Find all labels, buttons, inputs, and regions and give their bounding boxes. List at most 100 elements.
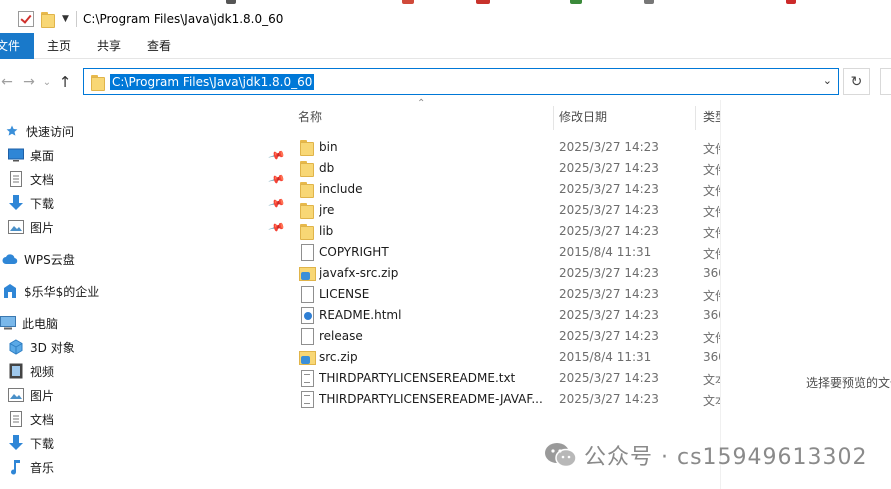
nav-item-downloads-pc[interactable]: 下载 bbox=[8, 432, 288, 454]
column-divider[interactable] bbox=[553, 106, 554, 130]
file-type: 文件夹 bbox=[703, 226, 720, 240]
file-date: 2025/3/27 14:23 bbox=[559, 203, 659, 217]
nav-item-label: $乐华$的企业 bbox=[24, 284, 100, 299]
file-name: release bbox=[319, 329, 363, 343]
recent-locations-chevron-icon[interactable]: ⌄ bbox=[40, 71, 54, 93]
download-icon bbox=[8, 435, 24, 451]
nav-item-pictures-pc[interactable]: 图片 bbox=[8, 384, 288, 406]
nav-item-desktop[interactable]: 桌面 📌 bbox=[8, 144, 288, 166]
file-type: 文件夹 bbox=[703, 163, 720, 177]
file-type: 360 bbox=[703, 350, 720, 364]
column-header: ⌃ 名称 修改日期 类型 bbox=[282, 98, 720, 130]
search-box[interactable] bbox=[880, 68, 891, 95]
column-date-modified[interactable]: 修改日期 bbox=[559, 104, 694, 130]
watermark: 公众号 · cs15949613302 bbox=[544, 440, 868, 470]
table-row[interactable]: javafx-src.zip 2025/3/27 14:23 360 bbox=[282, 263, 720, 284]
table-row[interactable]: include 2025/3/27 14:23 文件夹 bbox=[282, 179, 720, 200]
file-name: lib bbox=[319, 224, 334, 238]
address-bar[interactable]: C:\Program Files\Java\jdk1.8.0_60 ⌄ bbox=[83, 68, 839, 95]
file-type: 文件 bbox=[703, 289, 720, 303]
column-name[interactable]: 名称 bbox=[298, 104, 553, 130]
address-folder-icon bbox=[90, 74, 106, 91]
nav-item-label: 此电脑 bbox=[22, 316, 59, 331]
nav-item-quick-access[interactable]: 快速访问 bbox=[4, 120, 284, 142]
ribbon-tabs: 文件 主页 共享 查看 bbox=[0, 33, 891, 59]
table-row[interactable]: lib 2025/3/27 14:23 文件夹 bbox=[282, 221, 720, 242]
file-type: 360 bbox=[703, 266, 720, 280]
nav-item-wps-cloud[interactable]: WPS云盘 bbox=[2, 248, 282, 270]
file-date: 2025/3/27 14:23 bbox=[559, 287, 659, 301]
column-type[interactable]: 类型 bbox=[703, 104, 720, 130]
nav-item-enterprise[interactable]: $乐华$的企业 bbox=[2, 280, 282, 302]
table-row[interactable]: src.zip 2015/8/4 11:31 360 bbox=[282, 347, 720, 368]
nav-item-this-pc[interactable]: 此电脑 bbox=[0, 312, 280, 334]
table-row[interactable]: jre 2025/3/27 14:23 文件夹 bbox=[282, 200, 720, 221]
forward-arrow-icon[interactable]: → bbox=[18, 71, 40, 93]
file-type: 文件 bbox=[703, 331, 720, 345]
file-type: 360 bbox=[703, 308, 720, 322]
table-row[interactable]: COPYRIGHT 2015/8/4 11:31 文件 bbox=[282, 242, 720, 263]
file-type: 文件 bbox=[703, 247, 720, 261]
file-date: 2025/3/27 14:23 bbox=[559, 182, 659, 196]
nav-item-label: 桌面 bbox=[30, 148, 55, 163]
zip-icon bbox=[299, 349, 316, 365]
properties-check-icon[interactable] bbox=[18, 11, 34, 27]
tab-home[interactable]: 主页 bbox=[34, 33, 84, 59]
file-name: include bbox=[319, 182, 363, 196]
address-dropdown-icon[interactable]: ⌄ bbox=[823, 74, 832, 87]
nav-item-documents-pc[interactable]: 文档 bbox=[8, 408, 288, 430]
nav-item-label: 下载 bbox=[30, 196, 55, 211]
file-date: 2025/3/27 14:23 bbox=[559, 308, 659, 322]
preview-pane-divider[interactable] bbox=[720, 100, 721, 489]
table-row[interactable]: release 2025/3/27 14:23 文件 bbox=[282, 326, 720, 347]
quick-access-dropdown-icon[interactable]: ▼ bbox=[62, 12, 72, 26]
address-path-text[interactable]: C:\Program Files\Java\jdk1.8.0_60 bbox=[110, 73, 315, 90]
file-name: jre bbox=[319, 203, 335, 217]
column-divider[interactable] bbox=[695, 106, 696, 130]
file-type: 文件夹 bbox=[703, 184, 720, 198]
file-date: 2025/3/27 14:23 bbox=[559, 266, 659, 280]
table-row[interactable]: README.html 2025/3/27 14:23 360 bbox=[282, 305, 720, 326]
text-file-icon bbox=[299, 370, 315, 387]
folder-icon bbox=[299, 139, 315, 156]
file-type: 文件夹 bbox=[703, 205, 720, 219]
table-row[interactable]: THIRDPARTYLICENSEREADME-JAVAF... 2025/3/… bbox=[282, 389, 720, 410]
table-row[interactable]: THIRDPARTYLICENSEREADME.txt 2025/3/27 14… bbox=[282, 368, 720, 389]
music-icon bbox=[8, 459, 24, 475]
nav-item-videos[interactable]: 视频 bbox=[8, 360, 288, 382]
back-arrow-icon[interactable]: ← bbox=[0, 71, 18, 93]
nav-item-downloads[interactable]: 下载 📌 bbox=[8, 192, 288, 214]
file-type: 文件夹 bbox=[703, 142, 720, 156]
file-name: db bbox=[319, 161, 335, 175]
nav-item-label: 音乐 bbox=[30, 460, 55, 475]
pictures-icon bbox=[8, 219, 24, 235]
nav-item-label: 文档 bbox=[30, 172, 55, 187]
file-name: COPYRIGHT bbox=[319, 245, 389, 259]
nav-item-label: 文档 bbox=[30, 412, 55, 427]
new-folder-icon[interactable] bbox=[40, 11, 56, 28]
file-name: THIRDPARTYLICENSEREADME.txt bbox=[319, 371, 516, 385]
nav-item-label: 图片 bbox=[30, 388, 55, 403]
up-arrow-icon[interactable]: ↑ bbox=[54, 71, 76, 93]
file-icon bbox=[299, 328, 315, 345]
nav-item-music[interactable]: 音乐 bbox=[8, 456, 288, 478]
nav-item-3d-objects[interactable]: 3D 对象 bbox=[8, 336, 288, 358]
file-date: 2025/3/27 14:23 bbox=[559, 140, 659, 154]
file-icon bbox=[299, 244, 315, 261]
file-name: THIRDPARTYLICENSEREADME-JAVAF... bbox=[319, 392, 543, 406]
table-row[interactable]: LICENSE 2025/3/27 14:23 文件 bbox=[282, 284, 720, 305]
refresh-icon[interactable]: ↻ bbox=[843, 68, 870, 95]
nav-item-label: 下载 bbox=[30, 436, 55, 451]
nav-item-documents[interactable]: 文档 📌 bbox=[8, 168, 288, 190]
folder-icon bbox=[299, 223, 315, 240]
table-row[interactable]: bin 2025/3/27 14:23 文件夹 bbox=[282, 137, 720, 158]
nav-item-pictures[interactable]: 图片 📌 bbox=[8, 216, 288, 238]
file-icon bbox=[299, 286, 315, 303]
table-row[interactable]: db 2025/3/27 14:23 文件夹 bbox=[282, 158, 720, 179]
tab-share[interactable]: 共享 bbox=[84, 33, 134, 59]
documents-icon bbox=[8, 171, 24, 187]
tab-file[interactable]: 文件 bbox=[0, 33, 34, 59]
computer-icon bbox=[0, 315, 16, 331]
tab-view[interactable]: 查看 bbox=[134, 33, 184, 59]
documents-icon bbox=[8, 411, 24, 427]
